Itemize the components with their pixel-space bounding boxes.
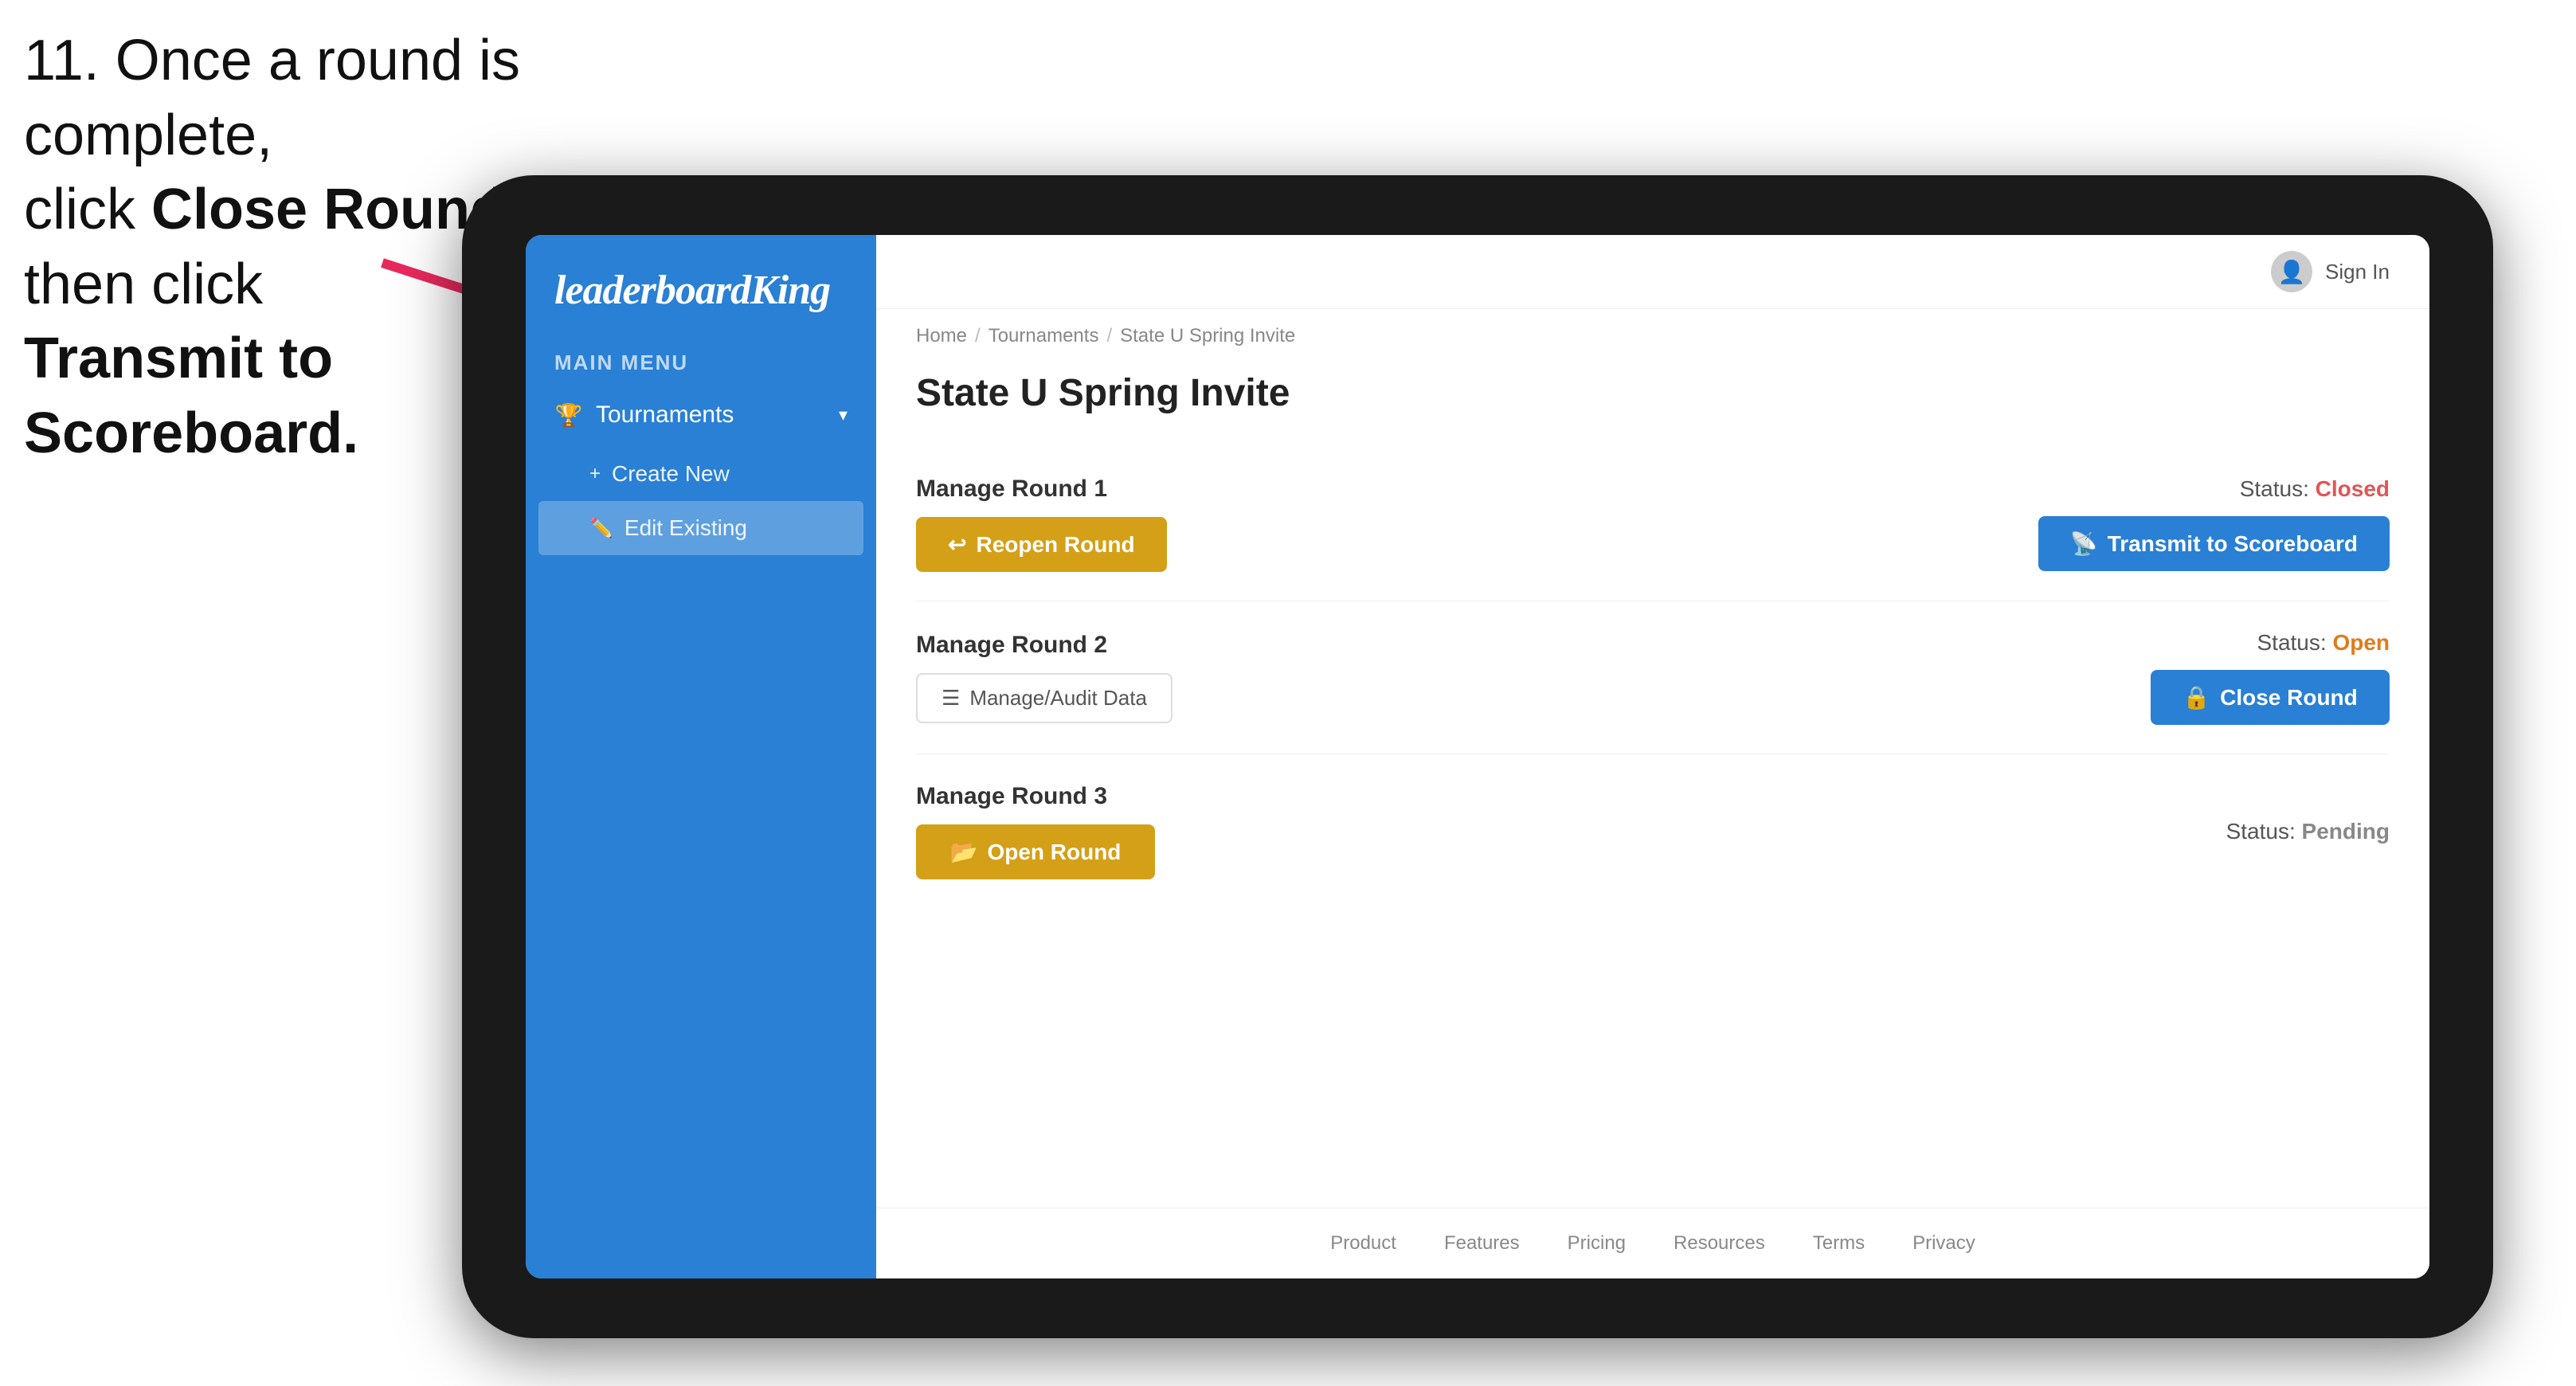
breadcrumb-current: State U Spring Invite bbox=[1120, 325, 1295, 347]
edit-icon: ✏️ bbox=[589, 517, 613, 540]
close-icon: 🔒 bbox=[2183, 684, 2210, 711]
manage-audit-data-button[interactable]: ☰ Manage/Audit Data bbox=[916, 673, 1173, 723]
instruction-line1: 11. Once a round is complete, bbox=[24, 24, 581, 173]
reopen-round-button[interactable]: ↩ Reopen Round bbox=[916, 517, 1167, 572]
sign-in-area[interactable]: 👤 Sign In bbox=[2271, 251, 2390, 292]
round-2-left: Manage Round 2 ☰ Manage/Audit Data bbox=[916, 632, 1173, 723]
footer: Product Features Pricing Resources Terms… bbox=[876, 1208, 2429, 1278]
sign-in-label: Sign In bbox=[2325, 260, 2390, 284]
sidebar: leaderboardKing MAIN MENU 🏆 Tournaments … bbox=[526, 235, 876, 1278]
round-1-title: Manage Round 1 bbox=[916, 476, 1167, 503]
footer-resources[interactable]: Resources bbox=[1674, 1232, 1765, 1255]
round-1-section: Manage Round 1 ↩ Reopen Round Status: Cl… bbox=[916, 447, 2390, 601]
breadcrumb: Home / Tournaments / State U Spring Invi… bbox=[876, 309, 2429, 355]
tablet-screen: leaderboardKing MAIN MENU 🏆 Tournaments … bbox=[526, 235, 2429, 1278]
footer-product[interactable]: Product bbox=[1330, 1232, 1396, 1255]
reopen-icon: ↩ bbox=[948, 531, 966, 558]
plus-icon: + bbox=[589, 463, 601, 485]
sidebar-tournaments-label: Tournaments bbox=[596, 401, 734, 429]
tablet-device: leaderboardKing MAIN MENU 🏆 Tournaments … bbox=[462, 175, 2493, 1338]
footer-pricing[interactable]: Pricing bbox=[1568, 1232, 1626, 1255]
breadcrumb-sep-2: / bbox=[1106, 325, 1112, 347]
round-3-right: Status: Pending bbox=[2226, 819, 2390, 844]
chevron-down-icon: ▾ bbox=[839, 405, 848, 425]
page-body: State U Spring Invite Manage Round 1 ↩ R… bbox=[876, 355, 2429, 956]
open-icon: 📂 bbox=[950, 839, 978, 865]
round-2-title: Manage Round 2 bbox=[916, 632, 1173, 659]
transmit-to-scoreboard-button[interactable]: 📡 Transmit to Scoreboard bbox=[2038, 516, 2390, 571]
sidebar-item-create-new[interactable]: + Create New bbox=[526, 447, 876, 501]
breadcrumb-home[interactable]: Home bbox=[916, 325, 967, 347]
open-round-button[interactable]: 📂 Open Round bbox=[916, 824, 1155, 879]
footer-features[interactable]: Features bbox=[1444, 1232, 1520, 1255]
trophy-icon: 🏆 bbox=[554, 401, 583, 429]
round-3-title: Manage Round 3 bbox=[916, 783, 1155, 810]
footer-privacy[interactable]: Privacy bbox=[1912, 1232, 1975, 1255]
avatar: 👤 bbox=[2271, 251, 2312, 292]
main-menu-label: MAIN MENU bbox=[526, 338, 876, 383]
create-new-label: Create New bbox=[612, 461, 730, 487]
round-1-right: Status: Closed 📡 Transmit to Scoreboard bbox=[2038, 476, 2390, 571]
sidebar-item-edit-existing[interactable]: ✏️ Edit Existing bbox=[538, 501, 863, 555]
breadcrumb-tournaments[interactable]: Tournaments bbox=[989, 325, 1099, 347]
round-1-status: Status: Closed bbox=[2240, 476, 2390, 502]
logo: leaderboardKing bbox=[554, 267, 848, 314]
round-1-left: Manage Round 1 ↩ Reopen Round bbox=[916, 476, 1167, 572]
edit-existing-label: Edit Existing bbox=[624, 515, 747, 541]
main-content: 👤 Sign In Home / Tournaments / State U S… bbox=[876, 235, 2429, 1278]
top-nav: 👤 Sign In bbox=[876, 235, 2429, 309]
round-2-right: Status: Open 🔒 Close Round bbox=[2151, 630, 2390, 725]
breadcrumb-sep-1: / bbox=[975, 325, 981, 347]
sidebar-logo: leaderboardKing bbox=[526, 235, 876, 338]
round-2-status: Status: Open bbox=[2257, 630, 2390, 656]
round-3-left: Manage Round 3 📂 Open Round bbox=[916, 783, 1155, 879]
footer-terms[interactable]: Terms bbox=[1813, 1232, 1865, 1255]
audit-icon: ☰ bbox=[942, 686, 960, 711]
sidebar-item-tournaments[interactable]: 🏆 Tournaments ▾ bbox=[526, 383, 876, 447]
round-3-section: Manage Round 3 📂 Open Round Status: Pend… bbox=[916, 754, 2390, 908]
round-3-status: Status: Pending bbox=[2226, 819, 2390, 844]
round-2-section: Manage Round 2 ☰ Manage/Audit Data Statu… bbox=[916, 601, 2390, 754]
close-round-button[interactable]: 🔒 Close Round bbox=[2151, 670, 2390, 725]
transmit-icon: 📡 bbox=[2070, 531, 2098, 557]
page-title: State U Spring Invite bbox=[916, 371, 2390, 415]
app-layout: leaderboardKing MAIN MENU 🏆 Tournaments … bbox=[526, 235, 2429, 1278]
